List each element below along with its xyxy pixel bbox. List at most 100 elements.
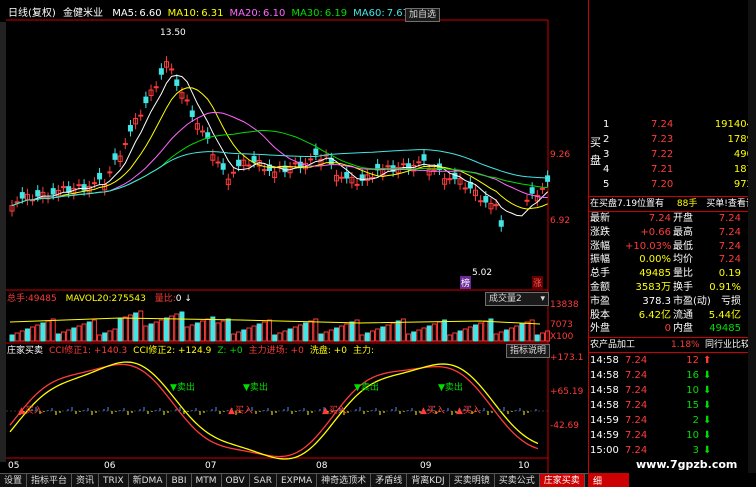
- volume-arrow-icon: ↓: [184, 294, 192, 304]
- candle-body: [447, 178, 453, 181]
- bid-level: 5: [603, 179, 610, 190]
- stat-value: 7.24: [718, 240, 741, 252]
- indicator-help-button[interactable]: 指标说明: [506, 344, 551, 358]
- indicator-tab[interactable]: 资讯: [72, 474, 100, 487]
- tick-price: 7.24: [625, 415, 648, 426]
- indicator-tab[interactable]: BBI: [167, 474, 192, 487]
- volume-indicator-dropdown[interactable]: 成交量2 ▾: [485, 292, 549, 306]
- volume-bar: [35, 324, 41, 342]
- volume-bar: [66, 329, 72, 342]
- stat-value: 7.24: [718, 254, 741, 266]
- left-edge-tabs[interactable]: [0, 22, 6, 462]
- volume-bar: [153, 321, 159, 342]
- volume-bar: [45, 320, 51, 342]
- sector-compare-link[interactable]: 同行业比较: [705, 338, 750, 352]
- candle-body: [230, 171, 236, 174]
- sector-bar[interactable]: 农产品加工 1.18% 同行业比较: [589, 337, 756, 353]
- volume-bar: [359, 334, 365, 342]
- indicator-tab[interactable]: 新DMA: [129, 474, 168, 487]
- volume-bar: [14, 332, 20, 342]
- candle-body: [35, 190, 41, 197]
- candle-body: [344, 172, 350, 179]
- buy-signal: ▲买入: [18, 406, 43, 416]
- indicator-tab[interactable]: 买卖明镜: [450, 474, 495, 487]
- alert-bar[interactable]: 在买盘7.19位置有 88手 买单!查看详细: [589, 196, 756, 212]
- volume-bar: [158, 319, 164, 342]
- ma-legend-item: MA60: 7.67: [353, 8, 409, 19]
- high-price-label: 13.50: [160, 28, 186, 38]
- volume-bar: [50, 318, 56, 342]
- volume-bar: [86, 321, 92, 342]
- volume-bar: [184, 326, 190, 342]
- stat-value: 6.42亿: [638, 309, 671, 321]
- indicator-header-item: Z: +0: [217, 346, 243, 356]
- indicator-tab[interactable]: TRIX: [99, 474, 129, 487]
- indicator-tab[interactable]: 神奇选顶术: [317, 474, 372, 487]
- indicator-tab[interactable]: OBV: [222, 474, 250, 487]
- volume-bar: [272, 334, 278, 342]
- volume-bar: [534, 334, 540, 342]
- volume-bar: [215, 322, 221, 342]
- bid-row[interactable]: 2 7.23 1789: [589, 133, 753, 147]
- volume-bar: [467, 326, 473, 342]
- bid-row[interactable]: 3 7.22 490: [589, 148, 753, 162]
- quote-stat-row: 最新 7.24 开盘 7.24: [589, 212, 747, 226]
- candle-body: [91, 182, 97, 185]
- stat-label: 内盘: [673, 323, 693, 335]
- candle-body: [174, 79, 180, 86]
- add-to-watchlist-button[interactable]: 加自选: [405, 8, 441, 22]
- bid-row[interactable]: 1 7.24 191404: [589, 118, 753, 132]
- stat-value: +10.03%: [625, 240, 672, 252]
- tick-row: 14:58 7.24 15 ⬇: [589, 398, 747, 413]
- indicator-tab[interactable]: EXPMA: [277, 474, 318, 487]
- rank-badge[interactable]: 榜: [460, 276, 472, 289]
- limit-up-badge[interactable]: 涨: [532, 276, 544, 289]
- buy-signal: ▲买入: [456, 406, 481, 416]
- volume-bar: [411, 331, 417, 342]
- stat-value: 0.91%: [709, 282, 741, 293]
- ma20-line: [11, 111, 548, 207]
- indicator-tab[interactable]: 庄家买卖: [539, 474, 585, 487]
- volume-bar: [148, 323, 154, 342]
- indicator-tab[interactable]: 背离KDJ: [407, 474, 450, 487]
- indicator-tab[interactable]: 矛盾线: [371, 474, 408, 487]
- bid-row[interactable]: 5 7.20 972: [589, 178, 753, 192]
- quote-stat-row: 市盈 378.3 市盈(动) 亏损: [589, 295, 747, 309]
- bid-row[interactable]: 4 7.21 187: [589, 163, 753, 177]
- volume-bar: [421, 327, 427, 342]
- tick-time: 14:58: [590, 385, 619, 396]
- indicator-tab[interactable]: 买卖公式: [495, 474, 540, 487]
- indicator-tab[interactable]: SAR: [250, 474, 277, 487]
- ma-legend: MA5: 6.60 MA10: 6.31 MA20: 6.10 MA30: 6.19 MA60:…: [106, 8, 409, 19]
- volume-bar: [297, 324, 303, 342]
- right-scrollbar[interactable]: [748, 0, 756, 473]
- quote-stat-row: 涨幅 +10.03% 最低 7.24: [589, 240, 747, 254]
- arrow-down-icon: ⬇: [703, 430, 712, 441]
- volume-bar: [436, 321, 442, 342]
- right-detail-tab[interactable]: 细: [593, 474, 602, 487]
- sector-name[interactable]: 农产品加工: [590, 340, 635, 350]
- volume-bar: [431, 323, 437, 342]
- indicator-header-item: 主力进场: +0: [248, 346, 304, 356]
- stat-label: 总手: [590, 268, 610, 280]
- indicator-tab[interactable]: MTM: [192, 474, 222, 487]
- bid-price: 7.21: [651, 164, 674, 175]
- tick-time: 15:00: [590, 445, 619, 456]
- stat-value: 7.24: [648, 213, 671, 224]
- stat-label: 市盈: [590, 295, 610, 307]
- volume-bar: [261, 321, 267, 342]
- volume-bar: [344, 323, 350, 342]
- stat-value: 0.19: [718, 268, 741, 280]
- volume-bar: [524, 321, 530, 342]
- date-axis-label: 07: [205, 461, 217, 471]
- volume-bar: [442, 319, 448, 342]
- indicator-tab[interactable]: 指标平台: [27, 474, 73, 487]
- tick-volume: 10: [686, 430, 699, 441]
- tick-row: 14:58 7.24 10 ⬇: [589, 383, 747, 398]
- tick-time: 14:59: [590, 415, 619, 426]
- stat-label: 涨幅: [590, 240, 610, 252]
- indicator-tab[interactable]: 设置: [0, 474, 28, 487]
- quote-stat-row: 涨跌 +0.66 最高 7.24: [589, 226, 747, 240]
- volume-bar: [133, 312, 139, 342]
- volume-bar: [122, 316, 128, 342]
